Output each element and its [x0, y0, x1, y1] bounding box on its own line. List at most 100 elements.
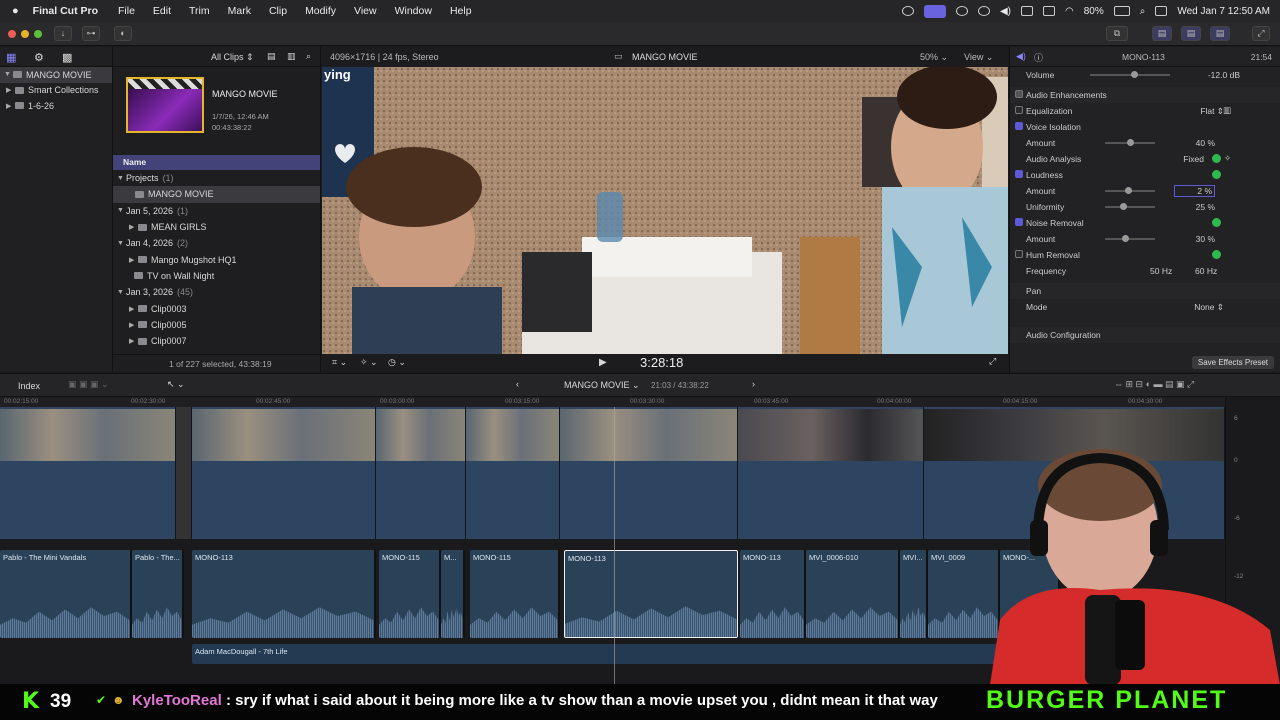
- audio-clip[interactable]: MVI...: [900, 550, 928, 638]
- photos-icon[interactable]: ⚙: [34, 51, 44, 64]
- enhance-tool-icon[interactable]: ✧ ⌄: [360, 357, 378, 368]
- audio-configuration-header[interactable]: Audio Configuration: [1010, 327, 1280, 343]
- loudness-checkbox[interactable]: [1015, 170, 1023, 178]
- noise-removal-slider-knob[interactable]: [1122, 235, 1129, 242]
- volume-value[interactable]: -12.0 dB: [1208, 70, 1240, 80]
- clip-row[interactable]: ▶ MEAN GIRLS: [113, 219, 320, 235]
- video-clip[interactable]: [192, 407, 376, 539]
- menu-window[interactable]: Window: [395, 5, 432, 17]
- keyword-button[interactable]: ⊶: [82, 26, 100, 41]
- clock[interactable]: Wed Jan 7 12:50 AM: [1177, 6, 1270, 17]
- menu-view[interactable]: View: [354, 5, 377, 17]
- play-button[interactable]: ▶: [599, 357, 607, 368]
- project-dropdown[interactable]: MANGO MOVIE ⌄: [564, 380, 640, 391]
- loudness-slider-knob[interactable]: [1124, 187, 1132, 194]
- selected-audio-clip[interactable]: MONO-113: [564, 550, 738, 638]
- clip-row[interactable]: TV on Wall Night: [113, 268, 320, 284]
- save-effects-preset-button[interactable]: Save Effects Preset: [1191, 356, 1274, 369]
- date-group[interactable]: ▼ Jan 5, 2026 (1): [113, 203, 320, 219]
- titles-icon[interactable]: ▩: [62, 51, 72, 64]
- audio-enhancements-header[interactable]: Audio Enhancements: [1010, 87, 1280, 103]
- info-inspector-icon[interactable]: ⓘ: [1034, 51, 1043, 64]
- date-group[interactable]: ▼ Jan 4, 2026 (2): [113, 235, 320, 251]
- voice-isolation-checkbox[interactable]: [1015, 122, 1023, 130]
- event-item[interactable]: ▶ 1-6-26: [0, 98, 112, 114]
- uniformity-value[interactable]: 25 %: [1196, 202, 1215, 212]
- screen-icon[interactable]: [1042, 6, 1055, 16]
- app-menu[interactable]: Final Cut Pro: [33, 5, 98, 17]
- video-frame[interactable]: ying: [322, 67, 1008, 354]
- project-thumbnail[interactable]: [126, 77, 204, 133]
- inspector-toggle-button[interactable]: ▤: [1210, 26, 1230, 41]
- voice-isolation-slider-knob[interactable]: [1127, 139, 1134, 146]
- project-card[interactable]: MANGO MOVIE 1/7/26, 12:46 AM 00:43:38:22: [113, 67, 320, 155]
- loudness-value-field[interactable]: 2 %: [1174, 185, 1215, 197]
- speed-tool-icon[interactable]: ◷ ⌄: [388, 357, 406, 368]
- minimize-window-button[interactable]: [21, 30, 29, 38]
- volume-slider-knob[interactable]: [1131, 71, 1138, 78]
- menu-trim[interactable]: Trim: [189, 5, 210, 17]
- control-center-icon[interactable]: [1155, 6, 1168, 16]
- video-clip[interactable]: [560, 407, 738, 539]
- menu-help[interactable]: Help: [450, 5, 472, 17]
- record-icon[interactable]: [901, 6, 914, 16]
- import-button[interactable]: ↓: [54, 26, 72, 41]
- back-arrow-icon[interactable]: ‹: [516, 379, 519, 389]
- voice-isolation-value[interactable]: 40 %: [1196, 138, 1215, 148]
- audio-clip[interactable]: MONO-115: [470, 550, 560, 638]
- display-icon[interactable]: [955, 6, 968, 16]
- list-view-icon[interactable]: ▥: [287, 51, 296, 62]
- clip-row[interactable]: ▶ Clip0003: [113, 300, 320, 316]
- eq-graph-icon[interactable]: ▥: [1223, 105, 1231, 116]
- menu-mark[interactable]: Mark: [228, 5, 251, 17]
- pan-mode-dropdown[interactable]: None ⇕: [1194, 302, 1224, 313]
- video-clip[interactable]: [466, 407, 560, 539]
- battery-icon[interactable]: [1113, 6, 1130, 16]
- date-group[interactable]: ▼ Jan 3, 2026 (45): [113, 284, 320, 300]
- stage-icon[interactable]: [923, 4, 946, 18]
- transform-tool-icon[interactable]: ⌗ ⌄: [332, 357, 347, 368]
- fullscreen-button[interactable]: ⤢: [1252, 26, 1270, 41]
- smart-collections-item[interactable]: ▶ Smart Collections: [0, 83, 112, 99]
- gap-clip[interactable]: [176, 407, 192, 539]
- timeline-ruler[interactable]: 00:02:15:00 00:02:30:00 00:02:45:00 00:0…: [0, 397, 1225, 407]
- uniformity-slider-knob[interactable]: [1119, 203, 1127, 210]
- libraries-icon[interactable]: ▦: [6, 51, 16, 64]
- video-clip[interactable]: [738, 407, 924, 539]
- apple-icon[interactable]: ●: [12, 5, 19, 17]
- menu-modify[interactable]: Modify: [305, 5, 336, 17]
- play-icon[interactable]: [977, 6, 990, 16]
- filmstrip-icon[interactable]: ▤: [267, 51, 276, 62]
- timeline-controls-icons[interactable]: ⇔ ⊞ ⊟ ◐ ▬ ▤ ▣ ⤢: [1114, 379, 1194, 390]
- pan-header[interactable]: Pan: [1010, 283, 1280, 299]
- freq-60hz-option[interactable]: 60 Hz: [1195, 266, 1217, 276]
- uniformity-slider[interactable]: [1105, 206, 1155, 208]
- hum-removal-checkbox[interactable]: [1015, 250, 1023, 258]
- projects-group[interactable]: ▼ Projects (1): [113, 170, 320, 186]
- menu-edit[interactable]: Edit: [153, 5, 171, 17]
- equalization-dropdown[interactable]: Flat ⇕: [1200, 106, 1224, 117]
- freq-50hz-option[interactable]: 50 Hz: [1150, 266, 1172, 276]
- volume-icon[interactable]: ◀): [1000, 6, 1011, 17]
- keyboard-icon[interactable]: [1020, 6, 1033, 16]
- browser-toggle-button[interactable]: ▤: [1152, 26, 1172, 41]
- menu-clip[interactable]: Clip: [269, 5, 287, 17]
- share-button[interactable]: ⧉: [1106, 26, 1128, 41]
- clip-row[interactable]: ▶ Mango Mugshot HQ1: [113, 251, 320, 267]
- audio-clip[interactable]: MVI_0006-010: [806, 550, 900, 638]
- search-icon[interactable]: ⌕: [306, 51, 311, 62]
- volume-slider[interactable]: [1090, 74, 1170, 76]
- audio-clip[interactable]: Pablo - The...: [132, 550, 184, 638]
- fullscreen-viewer-icon[interactable]: ⤢: [989, 356, 996, 367]
- library-item[interactable]: ▼ MANGO MOVIE: [0, 67, 112, 83]
- noise-removal-slider[interactable]: [1105, 238, 1155, 240]
- video-clip[interactable]: [0, 407, 176, 539]
- wifi-icon[interactable]: ◠: [1065, 6, 1074, 17]
- timeline-toggle-button[interactable]: ▤: [1181, 26, 1201, 41]
- audio-clip[interactable]: MONO-113: [192, 550, 376, 638]
- forward-arrow-icon[interactable]: ›: [752, 379, 755, 389]
- view-dropdown[interactable]: View ⌄: [964, 52, 993, 63]
- audio-clip[interactable]: M...: [441, 550, 465, 638]
- edit-tools-icons[interactable]: ▣ ▣ ▣ ⌄: [68, 379, 109, 390]
- zoom-dropdown[interactable]: 50% ⌄: [920, 52, 948, 63]
